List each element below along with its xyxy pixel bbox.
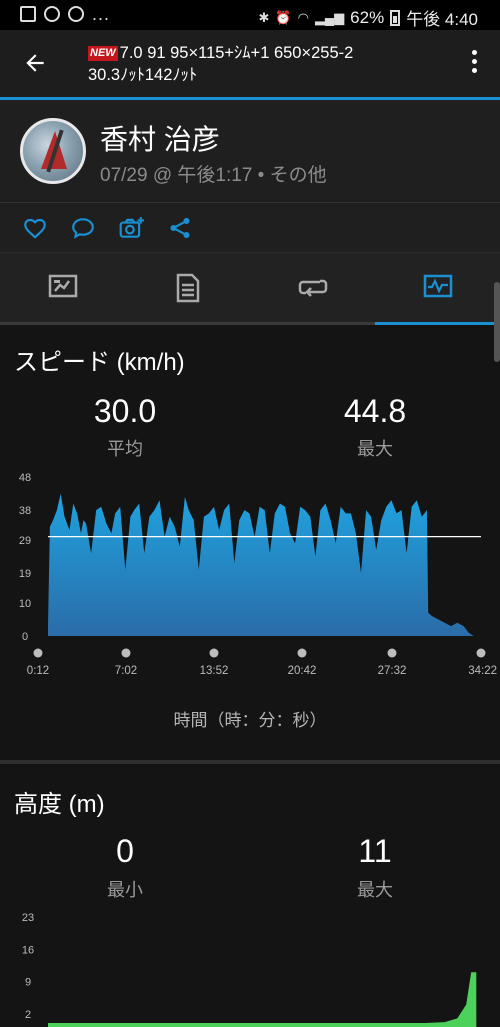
battery-icon (390, 9, 401, 26)
altitude-y-tick: 16 (22, 944, 34, 956)
tab-laps[interactable] (250, 253, 375, 325)
sync-icon (44, 6, 60, 22)
back-arrow-icon[interactable] (22, 50, 48, 76)
app-bar: NEW 7.0 91 95×115+ｼﾑ+1 650×255-2 30.3ﾉｯﾄ1… (0, 30, 500, 98)
action-bar (0, 203, 500, 253)
section-divider (0, 760, 500, 764)
clock: 午後 4:40 (406, 10, 478, 29)
sync-icon (68, 6, 84, 22)
overview-icon (48, 274, 78, 298)
speed-x-tick-marker (476, 648, 486, 658)
speed-series-area (48, 493, 474, 636)
speed-y-tick: 38 (19, 505, 31, 517)
speed-x-tick: 34:22 (468, 665, 497, 677)
speed-x-tick: 7:02 (115, 665, 137, 677)
speed-x-tick: 0:12 (27, 665, 49, 677)
laps-icon (298, 279, 328, 297)
altitude-series-area (48, 972, 477, 1027)
overflow-menu-icon[interactable] (470, 50, 478, 80)
altitude-chart: 2 9 16 23 (22, 912, 477, 1027)
speed-x-tick-marker (387, 648, 397, 658)
scrollbar[interactable] (494, 282, 500, 362)
profile-header (0, 100, 500, 203)
details-icon (176, 273, 200, 303)
like-icon[interactable] (22, 215, 48, 241)
wifi-icon: ◠ (297, 9, 309, 25)
charts-icon (423, 274, 453, 298)
bluetooth-icon: ✱ (258, 9, 270, 25)
altitude-y-tick: 2 (25, 1009, 31, 1021)
speed-y-tick: 10 (19, 598, 31, 610)
battery-percent: 62% (350, 7, 385, 27)
altitude-max-value: 11 (358, 833, 392, 869)
add-photo-icon[interactable] (118, 215, 144, 241)
speed-chart: 0 10 19 29 38 48 0:12 7:02 13:52 20:42 27:32 34:22 (19, 472, 497, 677)
speed-x-tick-marker (297, 648, 307, 658)
tab-overview[interactable] (0, 253, 125, 325)
user-name[interactable]: 香村 治彦 (100, 118, 220, 158)
speed-x-tick: 20:42 (288, 665, 317, 677)
activity-meta: 07/29 @ 午後1:17 • その他 (100, 165, 327, 186)
more-notifications-icon: ... (92, 4, 111, 24)
speed-x-tick-marker (121, 648, 131, 658)
speed-x-tick: 27:32 (378, 665, 407, 677)
activity-title-line1: 7.0 91 95×115+ｼﾑ+1 650×255-2 (119, 44, 354, 62)
tab-active-indicator (375, 322, 500, 325)
altitude-max-label: 最大 (357, 880, 393, 900)
comment-icon[interactable] (70, 215, 96, 241)
speed-x-axis-label: 時間（時：分：秒） (173, 711, 327, 730)
speed-max-label: 最大 (357, 439, 393, 459)
speed-y-tick: 29 (19, 535, 31, 547)
signal-icon: ▂▄▆ (314, 9, 345, 25)
tab-bar (0, 253, 500, 325)
speed-max-value: 44.8 (343, 393, 407, 429)
speed-y-tick: 48 (19, 472, 31, 484)
avatar[interactable] (20, 118, 86, 184)
share-icon[interactable] (167, 215, 193, 241)
speed-title: スピード (km/h) (14, 349, 185, 376)
activity-title: NEW 7.0 91 95×115+ｼﾑ+1 650×255-2 30.3ﾉｯﾄ1… (88, 42, 458, 86)
speed-avg-label: 平均 (107, 439, 143, 459)
activity-title-line2: 30.3ﾉｯﾄ142ﾉｯﾄ (88, 66, 198, 84)
tab-charts[interactable] (375, 253, 500, 325)
system-status: ✱ ⏰ ◠ ▂▄▆ 62% 午後 4:40 (259, 5, 479, 30)
altitude-y-tick: 23 (22, 912, 34, 924)
altitude-min-label: 最小 (107, 880, 143, 900)
alarm-icon: ⏰ (275, 9, 292, 25)
altitude-min-value: 0 (116, 833, 134, 869)
altitude-title: 高度 (m) (14, 791, 105, 818)
tab-details[interactable] (125, 253, 250, 325)
speed-y-tick: 19 (19, 568, 31, 580)
status-bar: ... ✱ ⏰ ◠ ▂▄▆ 62% 午後 4:40 (0, 0, 500, 30)
speed-x-tick-marker (209, 648, 219, 658)
speed-y-tick: 0 (22, 631, 28, 643)
speed-avg-value: 30.0 (93, 393, 157, 429)
gallery-icon (20, 6, 36, 22)
new-badge: NEW (88, 46, 118, 61)
notification-icons: ... (20, 4, 111, 24)
altitude-y-tick: 9 (25, 977, 31, 989)
tab-baseline (0, 322, 375, 325)
speed-x-tick-marker (33, 648, 43, 658)
speed-x-tick: 13:52 (200, 665, 229, 677)
